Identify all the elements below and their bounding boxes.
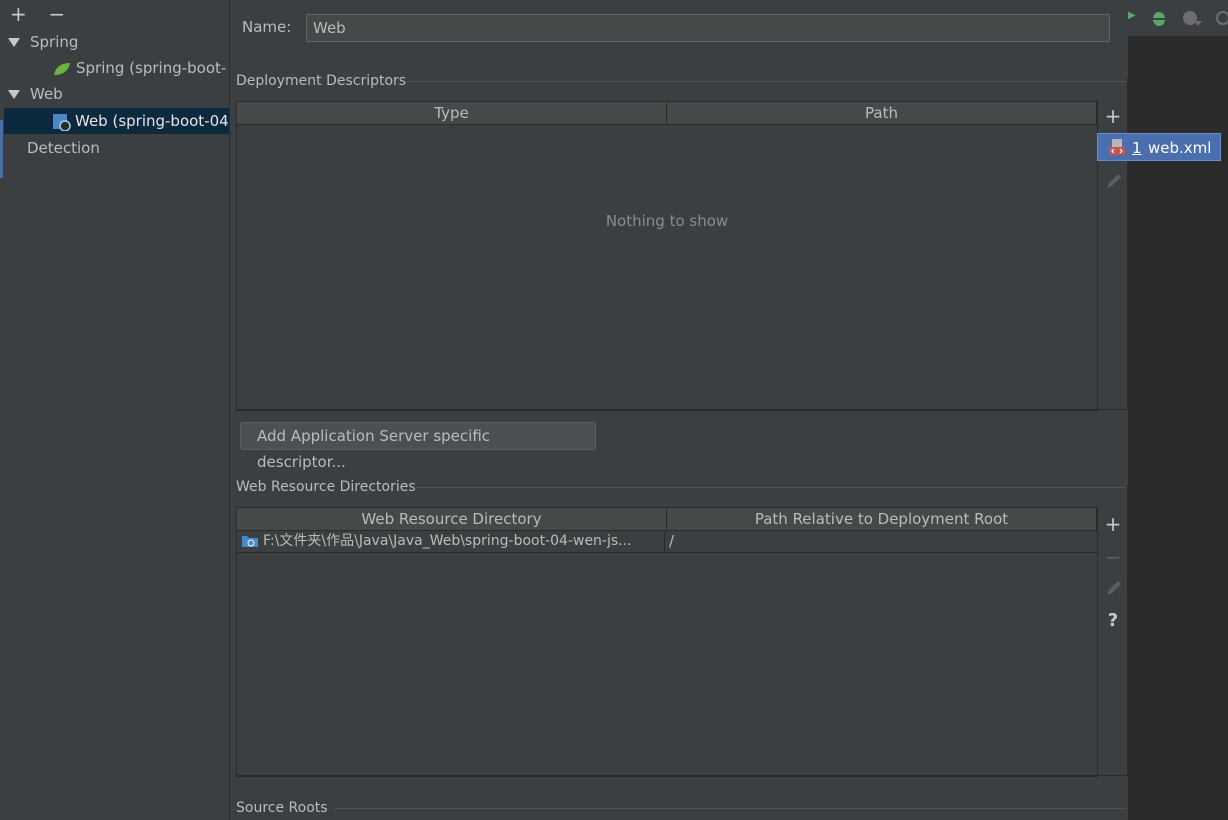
tree-item-label: Spring (spring-boot- xyxy=(76,59,227,77)
tree-item-spring-facet[interactable]: Spring (spring-boot- xyxy=(52,55,228,81)
xml-file-icon xyxy=(1109,139,1125,155)
add-facet-icon[interactable]: + xyxy=(10,2,42,26)
popup-item-label: web.xml xyxy=(1148,139,1212,157)
facet-tree-panel: + − Spring Spring (spring-boot- Web Web … xyxy=(0,0,230,820)
panel-divider xyxy=(1127,79,1128,410)
edit-pencil-icon[interactable] xyxy=(1105,579,1123,597)
directory-text: F:\文件夹\作品\Java\Java_Web\spring-boot-04-w… xyxy=(263,533,632,549)
popup-item-number: 1 xyxy=(1132,139,1142,157)
deployment-descriptors-table[interactable]: Type Path Nothing to show xyxy=(236,101,1098,411)
tree-item-web-facet[interactable]: Web (spring-boot-04 xyxy=(4,108,229,134)
tree-item-web[interactable]: Web xyxy=(8,81,228,107)
tree-item-label: Detection xyxy=(27,139,100,157)
add-directory-icon[interactable]: + xyxy=(1098,512,1128,536)
panel-divider xyxy=(1127,485,1128,776)
source-roots-title: Source Roots xyxy=(236,800,328,816)
remove-directory-icon[interactable]: − xyxy=(1098,545,1128,569)
add-server-descriptor-button[interactable]: Add Application Server specific descript… xyxy=(240,422,596,471)
panel-divider xyxy=(236,775,1128,776)
edit-pencil-icon[interactable] xyxy=(1105,172,1123,190)
remove-facet-icon[interactable]: − xyxy=(48,2,80,26)
web-folder-icon xyxy=(242,536,258,547)
deployment-descriptors-title: Deployment Descriptors xyxy=(236,73,407,89)
coverage-icon[interactable] xyxy=(1182,9,1204,27)
web-resource-directories-title: Web Resource Directories xyxy=(236,479,416,495)
tree-item-spring[interactable]: Spring xyxy=(8,29,228,55)
name-label: Name: xyxy=(242,18,292,36)
column-header-relative-path[interactable]: Path Relative to Deployment Root xyxy=(667,508,1097,530)
tree-item-label: Spring xyxy=(30,33,79,51)
spring-leaf-icon xyxy=(54,62,70,75)
add-descriptor-icon[interactable]: + xyxy=(1098,104,1128,128)
tree-item-label: Web xyxy=(30,85,63,103)
tree-toolbar: + − xyxy=(10,2,80,26)
empty-table-text: Nothing to show xyxy=(605,212,729,230)
table-header: Web Resource Directory Path Relative to … xyxy=(237,508,1097,531)
profile-icon[interactable] xyxy=(1214,9,1228,27)
tree-item-label: Web (spring-boot-04 xyxy=(75,112,229,130)
panel-divider xyxy=(236,409,1128,410)
expand-triangle-icon[interactable] xyxy=(8,38,20,47)
debug-bug-icon[interactable] xyxy=(1150,9,1168,27)
column-header-type[interactable]: Type xyxy=(237,102,667,124)
section-divider xyxy=(334,808,1126,809)
run-arrow-icon[interactable]: ▶ xyxy=(1128,10,1136,21)
column-header-directory[interactable]: Web Resource Directory xyxy=(237,508,667,530)
web-resource-side-toolbar: + − ? xyxy=(1097,507,1128,775)
section-divider xyxy=(406,81,1126,82)
run-toolbar: ▶ xyxy=(1128,0,1228,36)
section-divider xyxy=(414,487,1126,488)
add-descriptor-popup-item[interactable]: 1 web.xml xyxy=(1097,133,1221,161)
web-resource-table[interactable]: Web Resource Directory Path Relative to … xyxy=(236,507,1098,777)
tree-item-detection[interactable]: Detection xyxy=(27,135,227,161)
expand-triangle-icon[interactable] xyxy=(8,90,20,99)
directory-cell: F:\文件夹\作品\Java\Java_Web\spring-boot-04-w… xyxy=(237,530,666,552)
relative-path-cell: / xyxy=(669,532,675,550)
selection-marker xyxy=(0,120,3,178)
web-module-icon xyxy=(53,113,71,132)
table-header: Type Path xyxy=(237,102,1097,125)
editor-strip: ▶ xyxy=(1128,0,1228,820)
table-row[interactable]: F:\文件夹\作品\Java\Java_Web\spring-boot-04-w… xyxy=(237,530,1097,553)
help-icon[interactable]: ? xyxy=(1098,610,1128,631)
column-header-path[interactable]: Path xyxy=(667,102,1097,124)
name-input[interactable] xyxy=(306,14,1110,42)
